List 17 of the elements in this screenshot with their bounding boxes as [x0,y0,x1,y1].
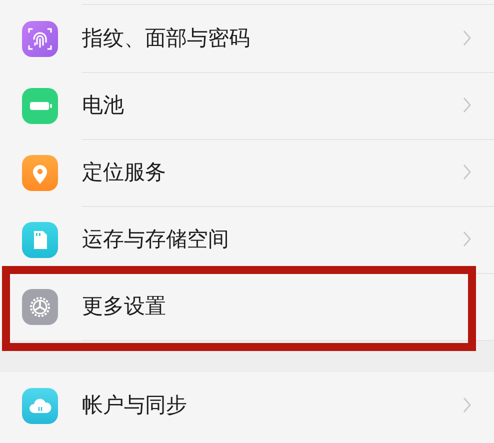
cloud-icon [22,388,58,424]
settings-item[interactable]: 定位服务 [0,139,494,206]
item-label: 定位服务 [82,159,167,186]
location-pin-icon [22,154,58,190]
item-label: 电池 [82,92,125,119]
gear-icon [22,288,58,324]
settings-item[interactable]: 指纹、面部与密码 [0,5,494,72]
fingerprint-icon [22,20,58,56]
sd-card-icon [22,222,58,258]
item-label: 更多设置 [82,293,167,320]
item-label: 指纹、面部与密码 [82,25,251,52]
battery-icon [22,88,58,124]
item-label: 帐户与同步 [82,392,188,419]
settings-item[interactable]: 运存与存储空间 [0,206,494,273]
item-label: 运存与存储空间 [82,226,230,253]
settings-item[interactable]: 帐户与同步 [0,372,494,439]
settings-item[interactable]: 电池 [0,72,494,139]
